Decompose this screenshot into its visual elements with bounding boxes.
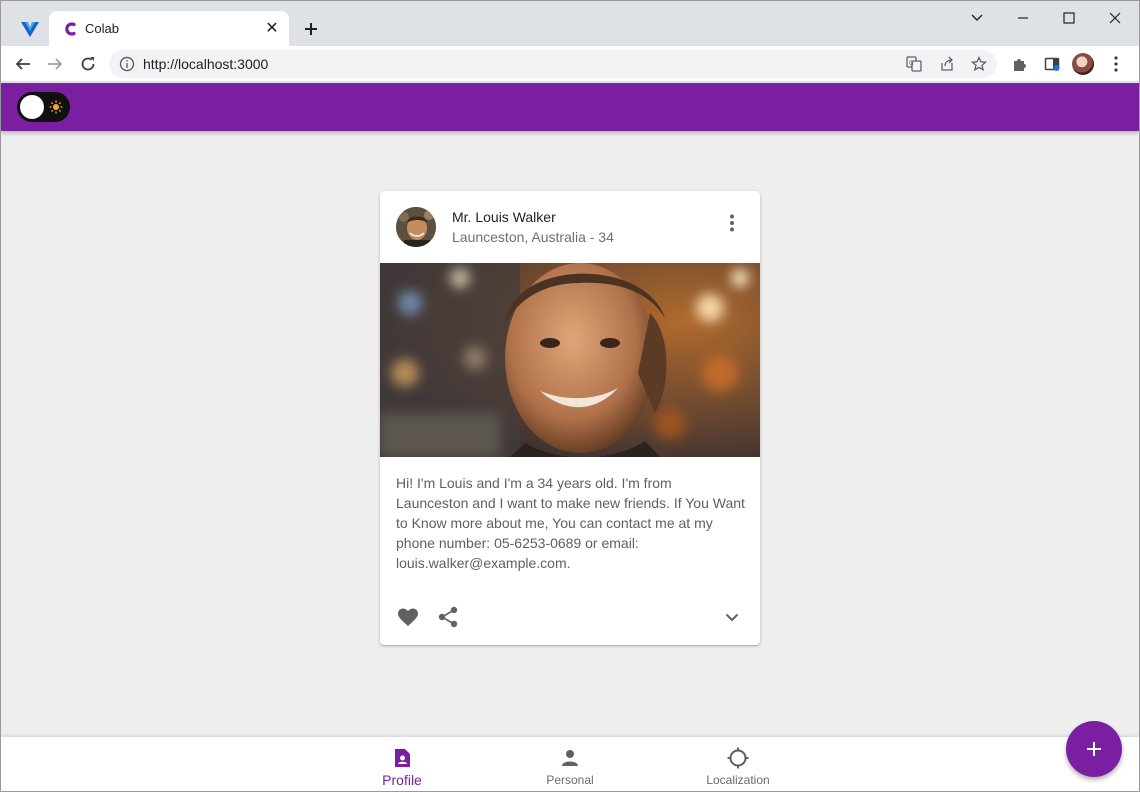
star-icon[interactable]	[970, 55, 988, 73]
theme-toggle[interactable]	[17, 92, 70, 122]
profile-photo	[380, 263, 760, 457]
sun-icon	[49, 100, 63, 114]
card-title: Mr. Louis Walker	[452, 209, 556, 225]
forward-arrow-icon[interactable]	[43, 52, 67, 76]
info-icon[interactable]	[119, 56, 135, 72]
close-window-icon[interactable]	[1104, 7, 1126, 29]
card-description: Hi! I'm Louis and I'm a 34 years old. I'…	[396, 475, 745, 571]
app-bar	[1, 83, 1139, 131]
more-vert-icon[interactable]	[720, 211, 744, 235]
nav-label-localization: Localization	[706, 773, 770, 787]
chevron-down-icon[interactable]	[720, 605, 744, 629]
colab-c-icon	[65, 22, 76, 36]
profile-avatar[interactable]	[1072, 53, 1094, 75]
bottom-navigation: Profile Personal Localization	[1, 737, 1139, 791]
reload-icon[interactable]	[76, 52, 100, 76]
share-icon[interactable]	[938, 55, 956, 73]
tab-strip: Colab ✕	[1, 1, 1139, 46]
minimize-icon[interactable]	[1012, 7, 1034, 29]
kebab-menu-icon[interactable]	[1106, 54, 1126, 74]
profile-card: Mr. Louis Walker Launceston, Australia -…	[380, 191, 760, 645]
nav-label-personal: Personal	[546, 773, 594, 787]
browser-tab[interactable]: Colab ✕	[49, 11, 289, 46]
translate-icon[interactable]: G	[905, 55, 923, 73]
maximize-icon[interactable]	[1058, 7, 1080, 29]
browser-window: Colab ✕ http://localhost:3000 G Mr. Loui…	[0, 0, 1140, 792]
add-fab-button[interactable]	[1066, 721, 1122, 777]
nav-item-personal[interactable]: Personal	[500, 737, 640, 791]
svg-text:G: G	[909, 60, 914, 67]
person-icon	[558, 746, 582, 770]
side-panel-icon[interactable]	[1042, 54, 1062, 74]
tab-title: Colab	[85, 21, 119, 36]
browser-toolbar: http://localhost:3000 G	[1, 46, 1139, 82]
nav-label-profile: Profile	[382, 772, 422, 788]
back-arrow-icon[interactable]	[11, 52, 35, 76]
puzzle-icon[interactable]	[1010, 54, 1030, 74]
plus-icon	[1087, 742, 1101, 756]
crosshair-icon	[726, 746, 750, 770]
address-bar[interactable]: http://localhost:3000 G	[109, 50, 997, 78]
toggle-knob	[20, 95, 44, 119]
nav-item-localization[interactable]: Localization	[668, 737, 808, 791]
card-subtitle: Launceston, Australia - 34	[452, 229, 614, 245]
profile-badge-icon	[390, 746, 414, 770]
heart-icon[interactable]	[396, 605, 420, 629]
plus-icon[interactable]	[299, 17, 323, 41]
chevron-down-icon[interactable]	[966, 7, 988, 29]
avatar	[396, 207, 436, 247]
v-logo-icon[interactable]	[15, 15, 45, 43]
nav-item-profile[interactable]: Profile	[332, 737, 472, 791]
share-icon[interactable]	[436, 605, 460, 629]
close-icon[interactable]: ✕	[263, 19, 281, 37]
url-text[interactable]: http://localhost:3000	[143, 56, 268, 72]
